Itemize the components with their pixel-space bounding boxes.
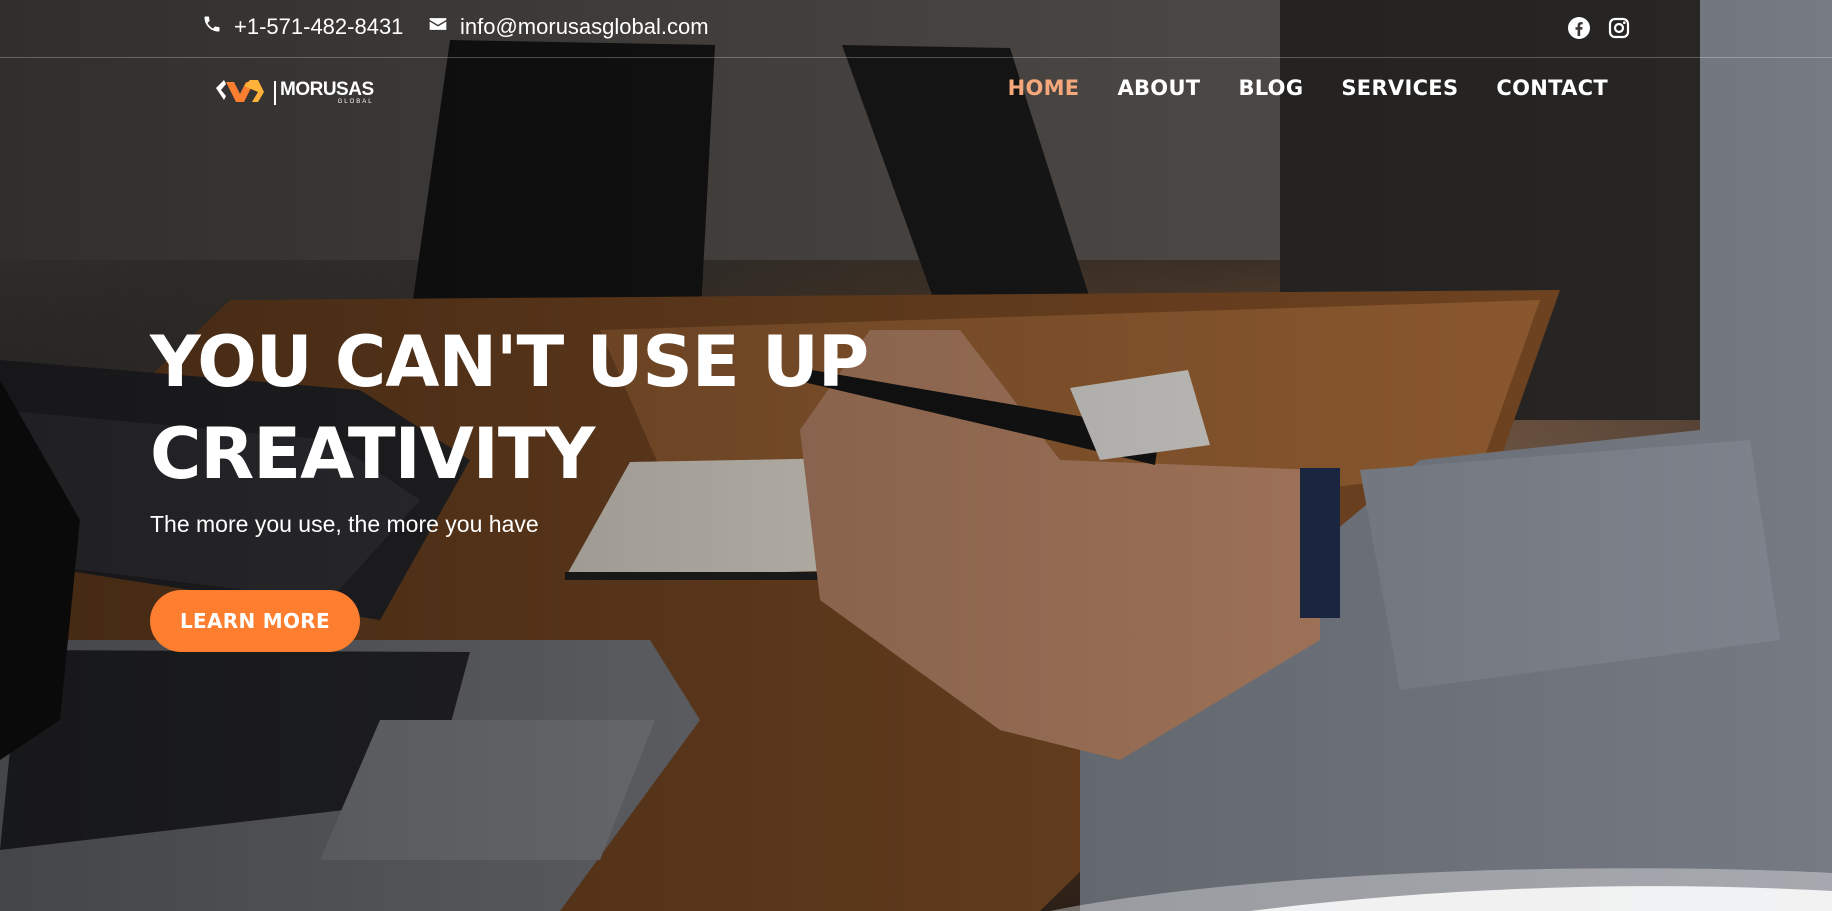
phone-number: +1-571-482-8431 [234,14,404,39]
hero-section: +1-571-482-8431 info@morusasglobal.com M… [0,0,1832,911]
site-logo[interactable]: MORUSAS GLOBAL [214,76,374,109]
facebook-icon[interactable] [1567,16,1591,40]
nav-item-about[interactable]: ABOUT [1117,76,1200,100]
instagram-icon[interactable] [1607,16,1631,40]
email-contact[interactable]: info@morusasglobal.com [428,14,709,40]
nav-item-home[interactable]: HOME [1008,76,1080,100]
hero-subtitle: The more you use, the more you have [150,511,539,537]
logo-subtitle: GLOBAL [337,99,374,105]
logo-divider [274,80,276,105]
hero-headline-line-2: CREATIVITY [150,413,595,495]
logo-text: MORUSAS GLOBAL [280,80,374,105]
email-address: info@morusasglobal.com [460,14,709,39]
phone-contact[interactable]: +1-571-482-8431 [202,14,403,40]
learn-more-button[interactable]: LEARN MORE [150,590,360,652]
nav-item-services[interactable]: SERVICES [1341,76,1458,100]
main-nav: HOME ABOUT BLOG SERVICES CONTACT [1008,76,1608,100]
logo-mark-icon [214,76,270,109]
nav-item-contact[interactable]: CONTACT [1496,76,1608,100]
logo-name: MORUSAS [280,79,374,100]
envelope-icon [428,14,448,40]
top-bar: +1-571-482-8431 info@morusasglobal.com [0,0,1832,58]
phone-icon [202,14,222,40]
hero-headline: YOU CAN'T USE UP CREATIVITY [150,316,910,500]
bottom-wave-divider [1050,868,1832,911]
nav-item-blog[interactable]: BLOG [1238,76,1303,100]
hero-headline-line-1: YOU CAN'T USE UP [150,321,869,403]
